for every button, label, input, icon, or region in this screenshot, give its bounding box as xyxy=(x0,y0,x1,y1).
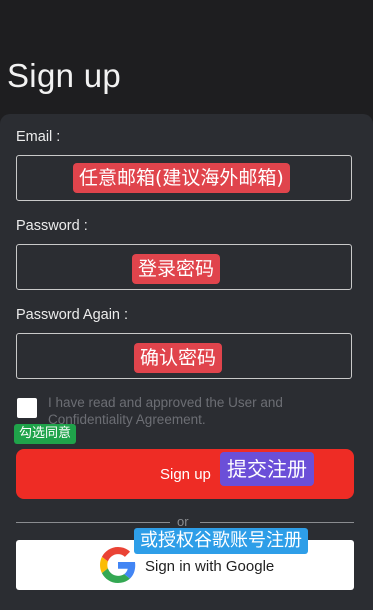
signup-annotation-badge: 提交注册 xyxy=(220,452,314,486)
google-signin-label[interactable]: Sign in with Google xyxy=(145,558,274,576)
password-label: Password : xyxy=(16,218,88,234)
email-label: Email : xyxy=(16,129,61,145)
agreement-checkbox[interactable] xyxy=(17,398,37,418)
google-g-icon xyxy=(100,547,136,583)
agreement-text[interactable]: I have read and approved the User and Co… xyxy=(48,394,348,428)
email-annotation-badge: 任意邮箱(建议海外邮箱) xyxy=(73,163,290,193)
password-annotation-badge: 登录密码 xyxy=(132,254,221,284)
agreement-annotation-badge: 勾选同意 xyxy=(14,424,77,444)
page-title: Sign up xyxy=(7,57,122,94)
password-again-annotation-badge: 确认密码 xyxy=(134,343,223,373)
google-annotation-badge: 或授权谷歌账号注册 xyxy=(134,528,308,554)
signup-button-label[interactable]: Sign up xyxy=(160,466,211,484)
divider-left xyxy=(16,522,170,523)
password-again-label: Password Again : xyxy=(16,307,129,323)
divider-right xyxy=(200,522,354,523)
